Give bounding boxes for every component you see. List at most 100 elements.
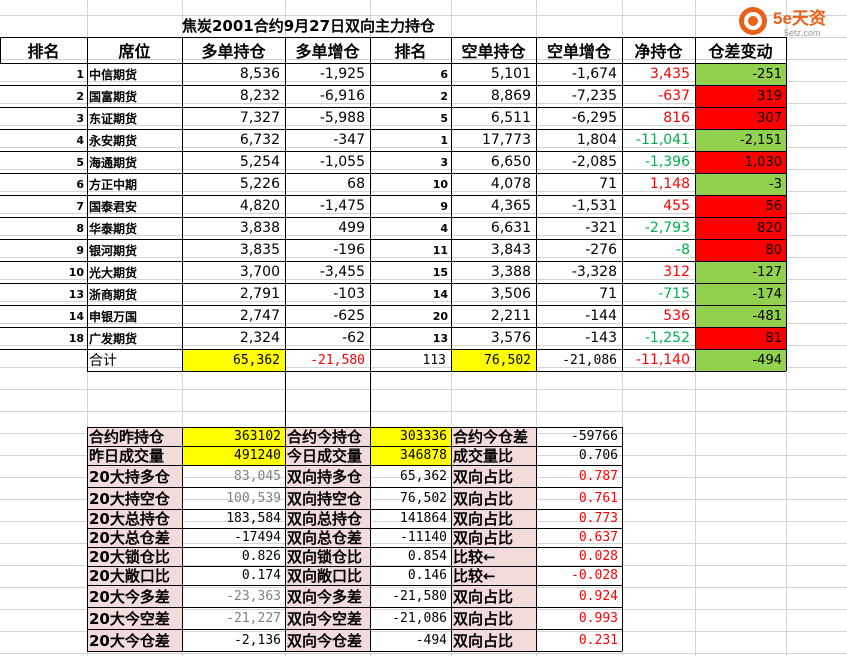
table-cell-rank[interactable]: 3 [0, 107, 87, 129]
total-long[interactable]: 65,362 [182, 349, 285, 371]
table-cell-net[interactable]: 455 [622, 195, 695, 217]
stats-cell[interactable]: 20大今仓差 [87, 629, 182, 651]
table-cell-diff[interactable]: 56 [695, 195, 786, 217]
stats-cell[interactable]: 100,539 [182, 487, 285, 509]
table-cell-name[interactable]: 永安期货 [87, 129, 182, 151]
table-cell-name[interactable]: 光大期货 [87, 261, 182, 283]
table-cell-long[interactable]: 2,747 [182, 305, 285, 327]
table-cell-long_chg[interactable]: 499 [285, 217, 370, 239]
table-cell-short_chg[interactable]: -143 [536, 327, 622, 349]
header-cell[interactable]: 空单增仓 [536, 37, 622, 63]
table-cell-long_chg[interactable]: -1,055 [285, 151, 370, 173]
stats-cell[interactable]: 83,045 [182, 465, 285, 487]
table-cell-short[interactable]: 4,365 [451, 195, 536, 217]
table-cell-rank[interactable]: 6 [0, 173, 87, 195]
table-cell-long[interactable]: 3,700 [182, 261, 285, 283]
table-cell-net[interactable]: -715 [622, 283, 695, 305]
table-cell-net[interactable]: 1,148 [622, 173, 695, 195]
table-cell-net[interactable]: -1,396 [622, 151, 695, 173]
table-cell-srank[interactable]: 15 [370, 261, 451, 283]
table-cell-name[interactable]: 中信期货 [87, 63, 182, 85]
stats-cell[interactable]: 303336 [370, 427, 451, 446]
stats-cell[interactable]: 0.854 [370, 547, 451, 566]
table-cell-long_chg[interactable]: -103 [285, 283, 370, 305]
stats-cell[interactable]: 昨日成交量 [87, 446, 182, 465]
table-cell-short[interactable]: 3,843 [451, 239, 536, 261]
header-cell[interactable]: 席位 [87, 37, 182, 63]
stats-cell[interactable]: -23,363 [182, 585, 285, 607]
stats-cell[interactable]: 双向锁仓比 [285, 547, 370, 566]
table-cell-long[interactable]: 2,324 [182, 327, 285, 349]
table-cell-name[interactable]: 海通期货 [87, 151, 182, 173]
table-cell-long_chg[interactable]: -62 [285, 327, 370, 349]
table-cell-net[interactable]: -11,041 [622, 129, 695, 151]
sheet-title[interactable]: 焦炭2001合约9月27日双向主力持仓 [182, 14, 482, 36]
stats-cell[interactable]: -21,086 [370, 607, 451, 629]
stats-cell[interactable]: 491240 [182, 446, 285, 465]
stats-cell[interactable]: 双向占比 [451, 629, 536, 651]
table-cell-name[interactable]: 广发期货 [87, 327, 182, 349]
table-cell-name[interactable]: 国富期货 [87, 85, 182, 107]
stats-cell[interactable]: 65,362 [370, 465, 451, 487]
table-cell-rank[interactable]: 18 [0, 327, 87, 349]
table-cell-net[interactable]: -8 [622, 239, 695, 261]
table-cell-short[interactable]: 6,511 [451, 107, 536, 129]
stats-cell[interactable]: 363102 [182, 427, 285, 446]
stats-cell[interactable]: -21,580 [370, 585, 451, 607]
stats-cell[interactable]: 双向持多仓 [285, 465, 370, 487]
table-cell-short[interactable]: 4,078 [451, 173, 536, 195]
table-cell-diff[interactable]: 307 [695, 107, 786, 129]
table-cell-diff[interactable]: 80 [695, 239, 786, 261]
table-cell-short[interactable]: 6,650 [451, 151, 536, 173]
stats-cell[interactable]: 0.637 [536, 528, 622, 547]
stats-cell[interactable]: 183,584 [182, 509, 285, 528]
stats-cell[interactable]: 合约今持仓 [285, 427, 370, 446]
table-cell-diff[interactable]: 1,030 [695, 151, 786, 173]
table-cell-diff[interactable]: 319 [695, 85, 786, 107]
stats-cell[interactable]: 20大持空仓 [87, 487, 182, 509]
header-cell[interactable]: 净持仓 [622, 37, 695, 63]
stats-cell[interactable]: 双向占比 [451, 528, 536, 547]
stats-cell[interactable]: 0.924 [536, 585, 622, 607]
table-cell-rank[interactable]: 14 [0, 305, 87, 327]
stats-cell[interactable]: 合约今仓差 [451, 427, 536, 446]
stats-cell[interactable]: 双向今仓差 [285, 629, 370, 651]
table-cell-diff[interactable]: 820 [695, 217, 786, 239]
stats-cell[interactable]: 0.028 [536, 547, 622, 566]
table-cell-diff[interactable]: -3 [695, 173, 786, 195]
table-cell-short[interactable]: 8,869 [451, 85, 536, 107]
table-cell-srank[interactable]: 4 [370, 217, 451, 239]
table-cell-short_chg[interactable]: -3,328 [536, 261, 622, 283]
table-cell-short[interactable]: 17,773 [451, 129, 536, 151]
header-cell[interactable]: 多单持仓 [182, 37, 285, 63]
table-cell-short[interactable]: 3,506 [451, 283, 536, 305]
stats-cell[interactable]: 双向今多差 [285, 585, 370, 607]
table-cell-net[interactable]: 312 [622, 261, 695, 283]
table-cell-name[interactable]: 申银万国 [87, 305, 182, 327]
table-cell-srank[interactable]: 14 [370, 283, 451, 305]
table-cell-rank[interactable]: 7 [0, 195, 87, 217]
table-cell-long[interactable]: 2,791 [182, 283, 285, 305]
stats-cell[interactable]: 20大总持仓 [87, 509, 182, 528]
table-cell-short[interactable]: 5,101 [451, 63, 536, 85]
total-srank[interactable]: 113 [370, 349, 451, 371]
table-cell-srank[interactable]: 10 [370, 173, 451, 195]
stats-cell[interactable]: 双向占比 [451, 585, 536, 607]
stats-cell[interactable]: -0.028 [536, 566, 622, 585]
table-cell-rank[interactable]: 8 [0, 217, 87, 239]
stats-cell[interactable]: 0.231 [536, 629, 622, 651]
stats-cell[interactable]: -59766 [536, 427, 622, 446]
table-cell-short_chg[interactable]: -144 [536, 305, 622, 327]
table-cell-srank[interactable]: 20 [370, 305, 451, 327]
table-cell-long_chg[interactable]: -625 [285, 305, 370, 327]
stats-cell[interactable]: 20大敞口比 [87, 566, 182, 585]
stats-cell[interactable]: 20大持多仓 [87, 465, 182, 487]
table-cell-short_chg[interactable]: 71 [536, 173, 622, 195]
stats-cell[interactable]: 双向总仓差 [285, 528, 370, 547]
table-cell-long_chg[interactable]: -1,925 [285, 63, 370, 85]
table-cell-long[interactable]: 3,835 [182, 239, 285, 261]
table-cell-diff[interactable]: -251 [695, 63, 786, 85]
table-cell-short_chg[interactable]: -321 [536, 217, 622, 239]
stats-cell[interactable]: 比较← [451, 566, 536, 585]
table-cell-short_chg[interactable]: -1,674 [536, 63, 622, 85]
